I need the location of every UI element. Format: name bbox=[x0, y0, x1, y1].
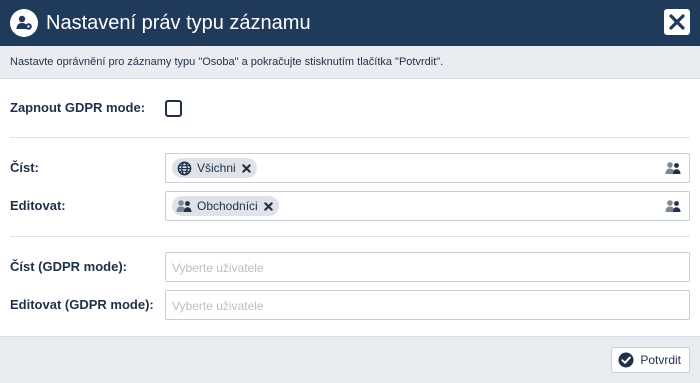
divider bbox=[10, 236, 690, 237]
user-group-icon bbox=[176, 198, 192, 214]
remove-tag-icon[interactable] bbox=[263, 201, 273, 211]
dialog-title: Nastavení práv typu záznamu bbox=[46, 12, 311, 34]
read-tag-everyone: Všichni bbox=[172, 158, 257, 178]
edit-gdpr-field[interactable]: Vyberte uživatele bbox=[165, 290, 690, 320]
info-text: Nastavte oprávnění pro záznamy typu "Oso… bbox=[10, 56, 444, 68]
edit-tag-sales: Obchodníci bbox=[172, 196, 279, 216]
read-label: Číst: bbox=[10, 160, 39, 175]
globe-icon bbox=[176, 160, 192, 176]
check-circle-icon bbox=[618, 352, 634, 368]
read-permission-field[interactable]: Všichni bbox=[165, 153, 690, 183]
edit-gdpr-label: Editovat (GDPR mode): bbox=[10, 297, 154, 312]
edit-tag-label: Obchodníci bbox=[197, 199, 258, 213]
user-group-icon[interactable] bbox=[665, 161, 681, 175]
read-gdpr-field[interactable]: Vyberte uživatele bbox=[165, 252, 690, 282]
read-gdpr-label: Číst (GDPR mode): bbox=[10, 259, 127, 274]
close-icon bbox=[669, 14, 685, 30]
gdpr-mode-label: Zapnout GDPR mode: bbox=[10, 100, 146, 115]
dialog-header: Nastavení práv typu záznamu bbox=[0, 0, 700, 46]
info-bar: Nastavte oprávnění pro záznamy typu "Oso… bbox=[0, 46, 700, 79]
confirm-button-label: Potvrdit bbox=[640, 353, 681, 367]
divider bbox=[10, 137, 690, 138]
remove-tag-icon[interactable] bbox=[241, 163, 251, 173]
gdpr-mode-checkbox[interactable] bbox=[165, 100, 182, 117]
user-group-icon[interactable] bbox=[665, 199, 681, 213]
close-button[interactable] bbox=[664, 9, 690, 35]
edit-label: Editovat: bbox=[10, 198, 66, 213]
confirm-button[interactable]: Potvrdit bbox=[611, 347, 690, 373]
dialog-footer: Potvrdit bbox=[0, 336, 700, 383]
edit-gdpr-placeholder: Vyberte uživatele bbox=[172, 299, 264, 313]
edit-permission-field[interactable]: Obchodníci bbox=[165, 191, 690, 221]
read-gdpr-placeholder: Vyberte uživatele bbox=[172, 261, 264, 275]
read-tag-label: Všichni bbox=[197, 161, 236, 175]
permissions-dialog: Nastavení práv typu záznamu Nastavte opr… bbox=[0, 0, 700, 383]
user-settings-icon bbox=[10, 9, 38, 37]
